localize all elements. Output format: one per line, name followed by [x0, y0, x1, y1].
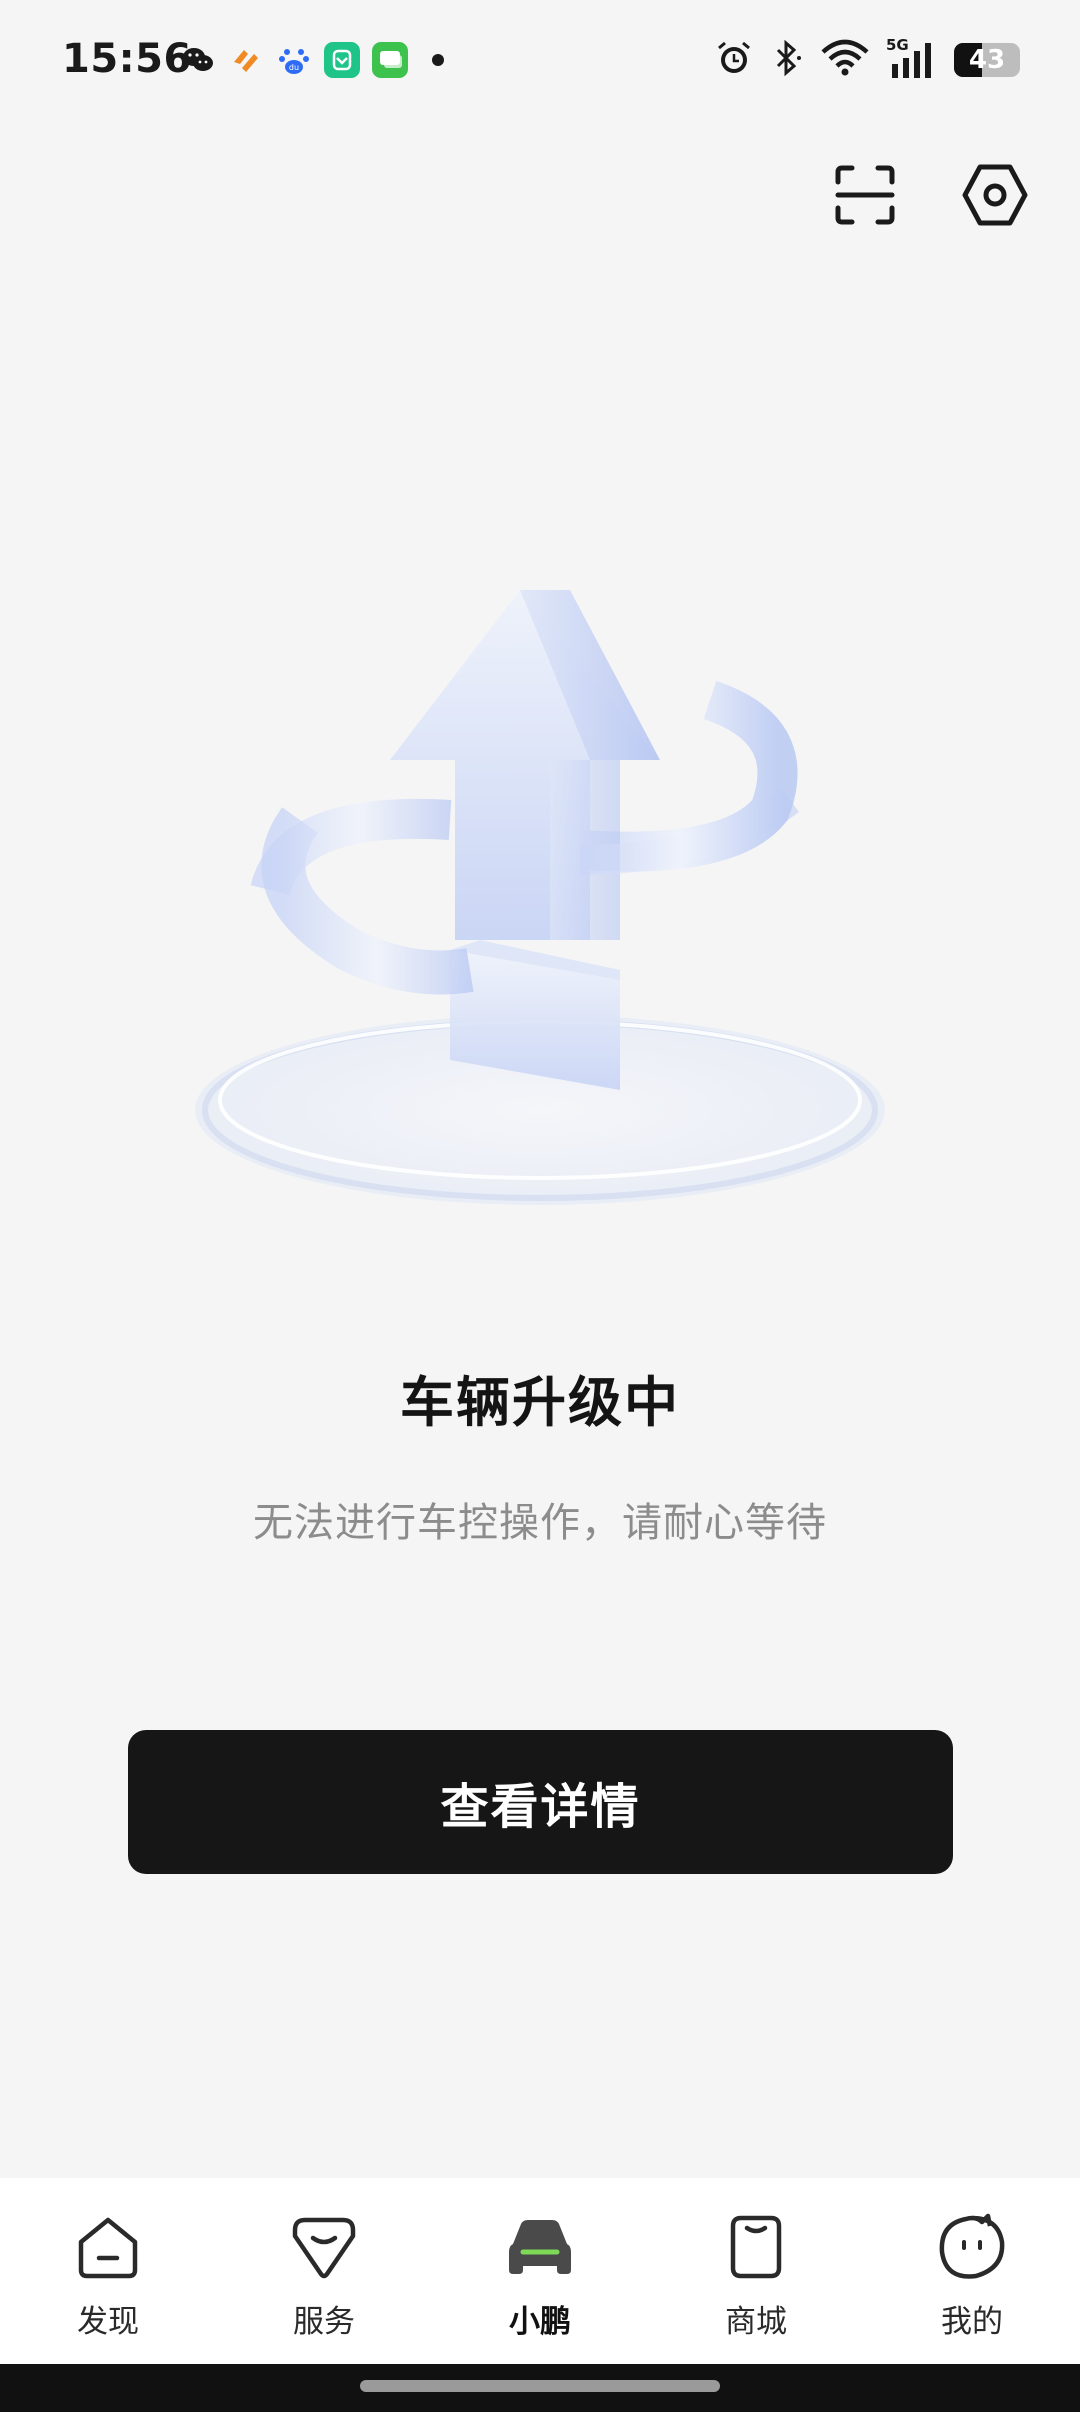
orange-app-icon: [228, 42, 264, 78]
notification-dot-icon: [432, 54, 444, 66]
nav-label-profile: 我的: [941, 2304, 1003, 2340]
bottom-navigation: 发现 服务 小鹏 商城 我的: [0, 2178, 1080, 2364]
profile-face-icon: [935, 2210, 1009, 2284]
settings-hexagon-icon: [961, 161, 1029, 233]
alarm-icon: [714, 38, 754, 82]
wifi-icon: [820, 38, 870, 82]
status-system-icons: 5G 43: [714, 36, 1020, 82]
header-actions: [828, 160, 1032, 234]
nav-label-mall: 商城: [725, 2304, 787, 2340]
battery-level: 43: [968, 45, 1006, 75]
nav-label-discover: 发现: [77, 2304, 139, 2340]
status-time: 15:56: [62, 36, 192, 82]
status-notification-icons: du: [180, 42, 444, 78]
bluetooth-icon: [770, 38, 804, 82]
battery-icon: 43: [954, 43, 1020, 77]
wechat-icon: [180, 42, 216, 78]
page-title: 车辆升级中: [400, 1371, 680, 1434]
service-icon: [287, 2210, 361, 2284]
cellular-5g-icon: 5G: [886, 36, 938, 80]
nav-item-xpeng[interactable]: 小鹏: [432, 2178, 648, 2341]
scan-button[interactable]: [828, 160, 902, 234]
home-indicator[interactable]: [360, 2380, 720, 2392]
car-icon: [503, 2210, 577, 2284]
scan-icon: [834, 164, 896, 230]
home-icon: [71, 2210, 145, 2284]
page-subtitle: 无法进行车控操作，请耐心等待: [253, 1500, 827, 1546]
green-chat-app-icon: [372, 42, 408, 78]
nav-item-profile[interactable]: 我的: [864, 2178, 1080, 2341]
status-bar: 15:56 du 5G 43: [0, 0, 1080, 124]
upgrade-arrow-illustration: [150, 560, 930, 1260]
system-navigation-bar: [0, 2364, 1080, 2412]
view-details-button[interactable]: 查看详情: [128, 1730, 953, 1874]
nav-item-mall[interactable]: 商城: [648, 2178, 864, 2341]
nav-label-xpeng: 小鹏: [509, 2304, 571, 2340]
settings-button[interactable]: [958, 160, 1032, 234]
shopping-bag-icon: [719, 2210, 793, 2284]
baidu-icon: du: [276, 42, 312, 78]
nav-item-discover[interactable]: 发现: [0, 2178, 216, 2341]
nav-item-service[interactable]: 服务: [216, 2178, 432, 2341]
nav-label-service: 服务: [293, 2304, 355, 2340]
svg-text:du: du: [289, 63, 299, 72]
green-mi-app-icon: [324, 42, 360, 78]
